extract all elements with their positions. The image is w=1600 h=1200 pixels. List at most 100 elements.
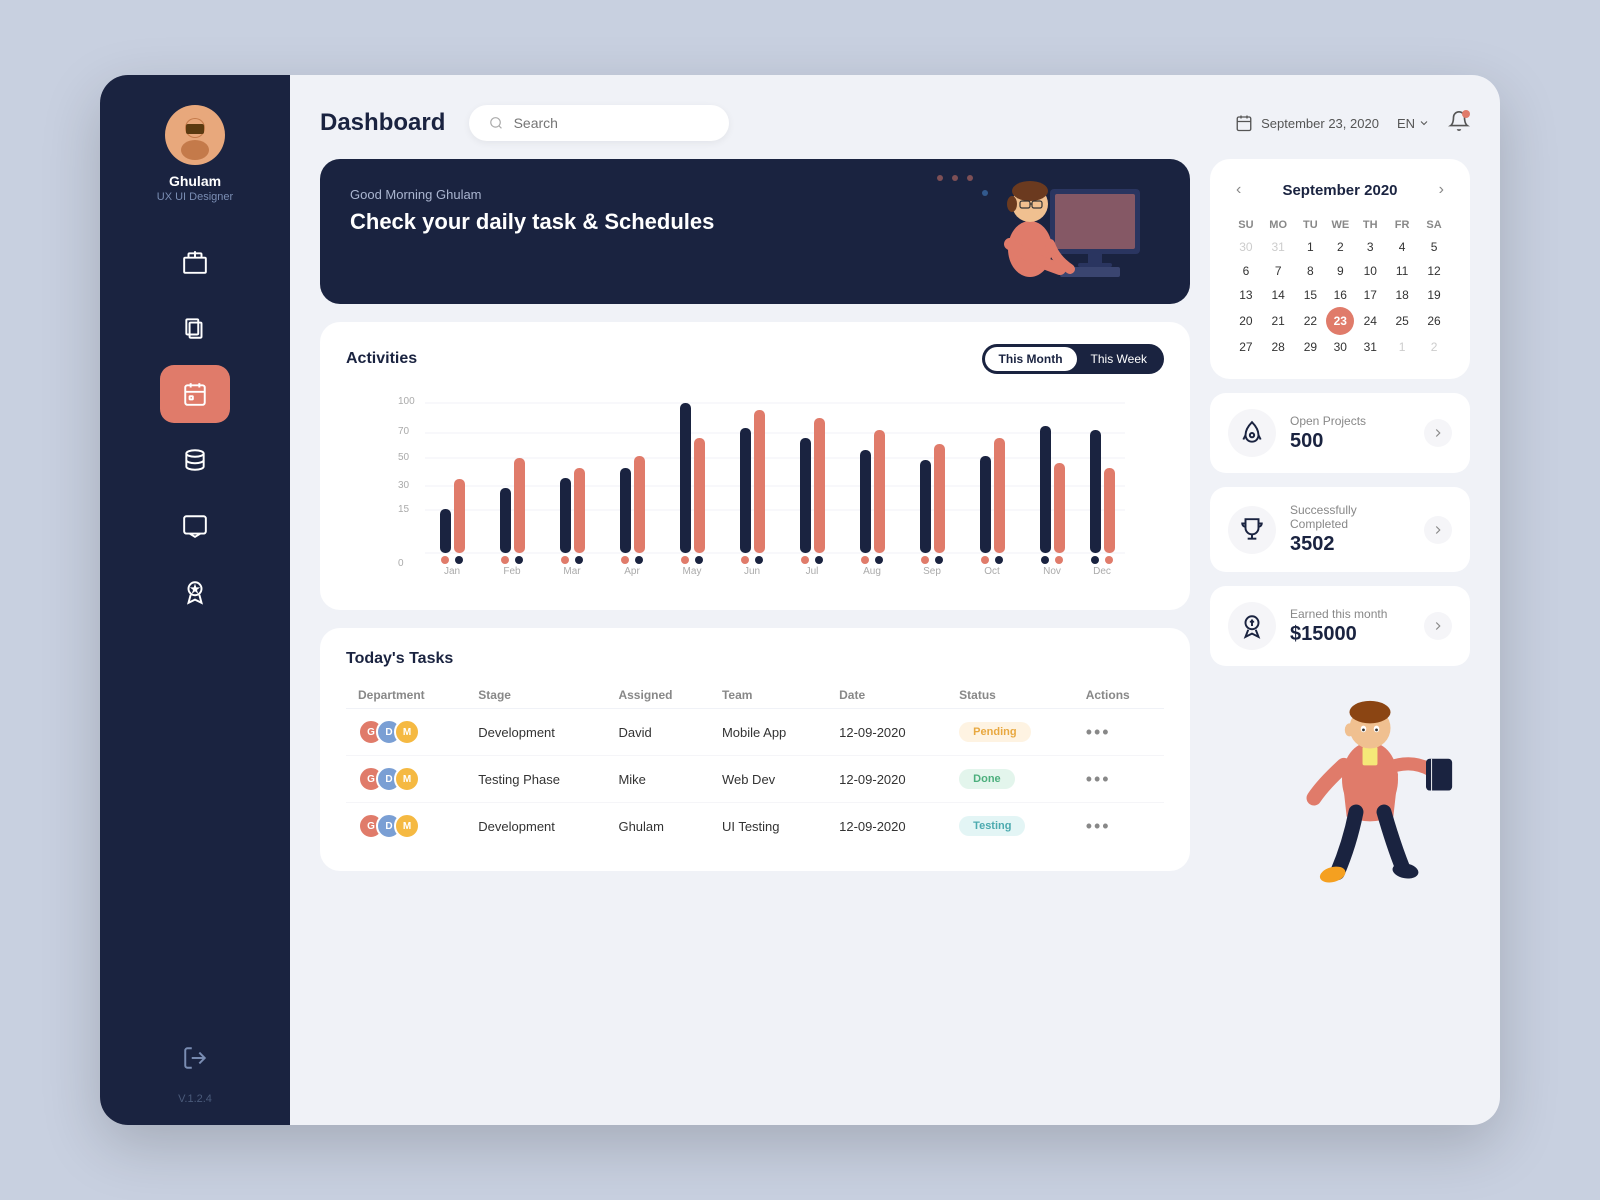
running-character-illustration (1250, 630, 1490, 910)
notification-button[interactable] (1448, 110, 1470, 137)
calendar-week-row: 6789101112 (1230, 259, 1450, 283)
chart-title: Activities (346, 350, 417, 368)
task-actions[interactable]: ••• (1074, 803, 1164, 850)
svg-text:15: 15 (398, 504, 410, 515)
svg-text:50: 50 (398, 452, 410, 463)
calendar-day[interactable]: 5 (1418, 235, 1450, 259)
col-team: Team (710, 682, 827, 709)
actions-menu-button[interactable]: ••• (1086, 722, 1111, 742)
hero-banner: Good Morning Ghulam Check your daily tas… (320, 159, 1190, 304)
task-actions[interactable]: ••• (1074, 756, 1164, 803)
calendar-day[interactable]: 30 (1326, 335, 1354, 359)
calendar-day[interactable]: 2 (1326, 235, 1354, 259)
open-projects-label: Open Projects (1290, 414, 1410, 428)
task-stage: Development (466, 803, 606, 850)
calendar-day[interactable]: 1 (1386, 335, 1418, 359)
calendar-next-button[interactable]: › (1433, 179, 1450, 201)
task-dept-avatars: G D M (346, 709, 466, 756)
table-header-row: Department Stage Assigned Team Date Stat… (346, 682, 1164, 709)
calendar-day[interactable]: 20 (1230, 307, 1262, 335)
calendar-day[interactable]: 30 (1230, 235, 1262, 259)
calendar-day[interactable]: 23 (1326, 307, 1354, 335)
calendar-day[interactable]: 2 (1418, 335, 1450, 359)
header: Dashboard Septem (320, 105, 1470, 141)
calendar-day[interactable]: 25 (1386, 307, 1418, 335)
svg-text:Nov: Nov (1043, 566, 1061, 577)
calendar-day[interactable]: 11 (1386, 259, 1418, 283)
calendar-day[interactable]: 31 (1354, 335, 1386, 359)
task-actions[interactable]: ••• (1074, 709, 1164, 756)
search-icon (489, 115, 503, 131)
date-display: September 23, 2020 (1235, 114, 1379, 132)
calendar-day[interactable]: 18 (1386, 283, 1418, 307)
cal-day-mo: MO (1262, 215, 1295, 235)
task-team: Web Dev (710, 756, 827, 803)
calendar-day[interactable]: 8 (1294, 259, 1326, 283)
tasks-card: Today's Tasks Department Stage Assigned … (320, 628, 1190, 871)
calendar-day[interactable]: 3 (1354, 235, 1386, 259)
svg-text:May: May (683, 566, 702, 577)
calendar-grid: SU MO TU WE TH FR SA 3031123456789101112… (1230, 215, 1450, 359)
calendar-day[interactable]: 13 (1230, 283, 1262, 307)
activities-chart: 100 70 50 30 15 0 (346, 388, 1164, 588)
calendar-day[interactable]: 10 (1354, 259, 1386, 283)
svg-text:Oct: Oct (984, 566, 1000, 577)
hero-title: Check your daily task & Schedules (350, 208, 770, 237)
calendar-day[interactable]: 12 (1418, 259, 1450, 283)
language-selector[interactable]: EN (1397, 116, 1430, 131)
content-row: Good Morning Ghulam Check your daily tas… (320, 159, 1470, 1105)
calendar-day[interactable]: 26 (1418, 307, 1450, 335)
completed-value: 3502 (1290, 533, 1410, 556)
actions-menu-button[interactable]: ••• (1086, 769, 1111, 789)
main-content: Dashboard Septem (290, 75, 1500, 1125)
actions-menu-button[interactable]: ••• (1086, 816, 1111, 836)
calendar-day[interactable]: 6 (1230, 259, 1262, 283)
calendar-day[interactable]: 22 (1294, 307, 1326, 335)
toggle-this-month[interactable]: This Month (985, 347, 1077, 371)
calendar-day[interactable]: 21 (1262, 307, 1295, 335)
stat-icon-wrapper (1228, 409, 1276, 457)
sidebar-item-calendar[interactable] (160, 365, 230, 423)
sidebar-item-message[interactable] (160, 497, 230, 555)
logout-icon (182, 1045, 208, 1071)
col-assigned: Assigned (606, 682, 709, 709)
header-right: September 23, 2020 EN (1235, 110, 1470, 137)
calendar-day[interactable]: 31 (1262, 235, 1295, 259)
stat-arrow-button[interactable] (1424, 419, 1452, 447)
toggle-this-week[interactable]: This Week (1077, 347, 1161, 371)
calendar-day[interactable]: 17 (1354, 283, 1386, 307)
calendar-day[interactable]: 16 (1326, 283, 1354, 307)
sidebar-item-building[interactable] (160, 233, 230, 291)
calendar-day[interactable]: 9 (1326, 259, 1354, 283)
calendar-prev-button[interactable]: ‹ (1230, 179, 1247, 201)
calendar-day[interactable]: 27 (1230, 335, 1262, 359)
calendar-day[interactable]: 4 (1386, 235, 1418, 259)
completed-label: Successfully Completed (1290, 503, 1410, 531)
status-badge: Pending (959, 722, 1030, 742)
calendar-day[interactable]: 15 (1294, 283, 1326, 307)
stat-successfully-completed[interactable]: Successfully Completed 3502 (1210, 487, 1470, 572)
calendar-day[interactable]: 28 (1262, 335, 1295, 359)
trophy-icon (1239, 517, 1265, 543)
search-bar[interactable] (469, 105, 729, 141)
message-icon (182, 513, 208, 539)
search-input[interactable] (514, 115, 710, 131)
sidebar-version: V.1.2.4 (178, 1093, 212, 1105)
stat-open-projects[interactable]: Open Projects 500 (1210, 393, 1470, 473)
calendar-day[interactable]: 19 (1418, 283, 1450, 307)
sidebar-item-database[interactable] (160, 431, 230, 489)
tasks-table: Department Stage Assigned Team Date Stat… (346, 682, 1164, 849)
calendar-day[interactable]: 7 (1262, 259, 1295, 283)
logout-button[interactable] (170, 1033, 220, 1083)
calendar-day[interactable]: 24 (1354, 307, 1386, 335)
svg-text:Dec: Dec (1093, 566, 1111, 577)
calendar-day[interactable]: 14 (1262, 283, 1295, 307)
calendar-day[interactable]: 1 (1294, 235, 1326, 259)
sidebar-item-files[interactable] (160, 299, 230, 357)
calendar-day[interactable]: 29 (1294, 335, 1326, 359)
task-team: Mobile App (710, 709, 827, 756)
building-icon (182, 249, 208, 275)
header-left: Dashboard (320, 105, 729, 141)
stat-arrow-button[interactable] (1424, 516, 1452, 544)
sidebar-item-badge[interactable] (160, 563, 230, 621)
